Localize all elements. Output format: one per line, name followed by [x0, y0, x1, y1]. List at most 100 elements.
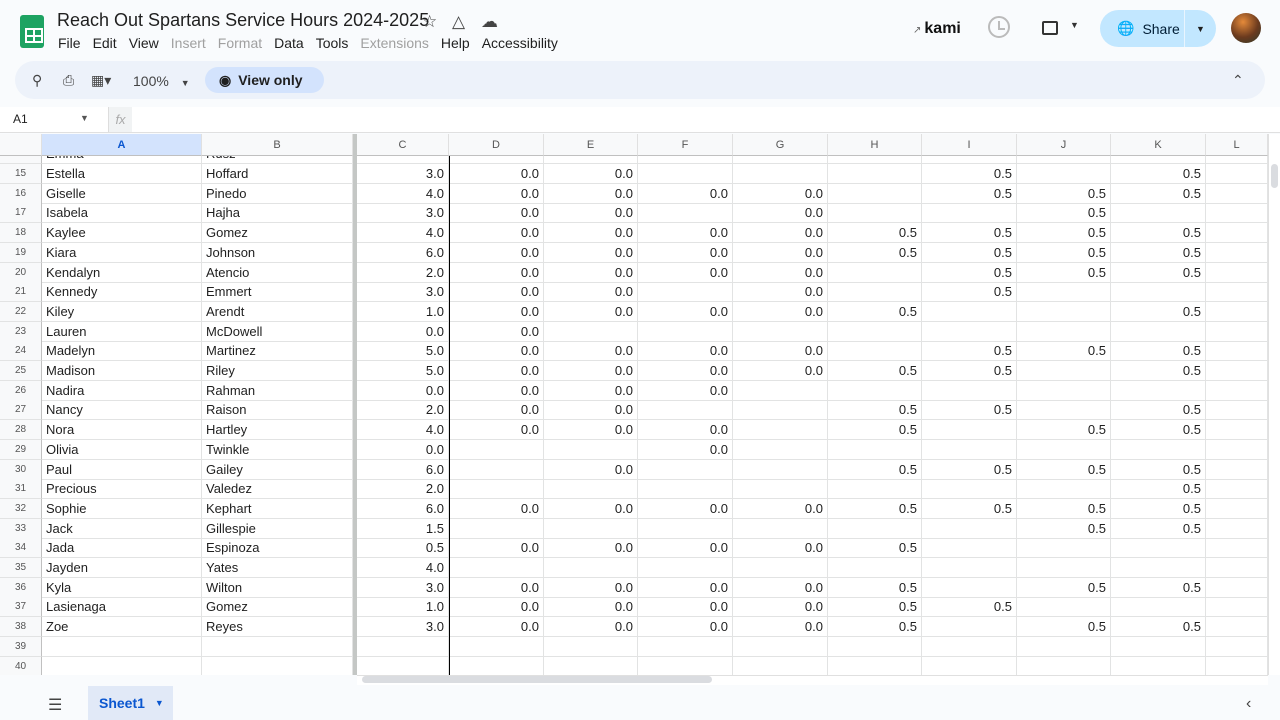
cell-G21[interactable]: 0.0: [733, 282, 828, 303]
cell-B37[interactable]: Gomez: [202, 597, 353, 618]
cell-F32[interactable]: 0.0: [638, 498, 733, 519]
menu-accessibility[interactable]: Accessibility: [482, 35, 558, 51]
cell-D21[interactable]: 0.0: [449, 282, 544, 303]
cell-L36[interactable]: [1206, 577, 1268, 598]
cell-A25[interactable]: Madison: [42, 361, 202, 381]
cell-H36[interactable]: 0.5: [828, 577, 922, 598]
cell-L26[interactable]: [1206, 380, 1268, 401]
cell-E34[interactable]: 0.0: [544, 538, 638, 559]
cell-B28[interactable]: Hartley: [202, 420, 353, 441]
cell-F39[interactable]: [638, 636, 733, 657]
cell-J32[interactable]: 0.5: [1017, 498, 1111, 519]
cell-F38[interactable]: 0.0: [638, 617, 733, 638]
cell-I36[interactable]: [922, 577, 1017, 598]
vertical-scroll-thumb[interactable]: [1271, 164, 1278, 188]
cell-J39[interactable]: [1017, 636, 1111, 657]
share-dropdown-button[interactable]: ▼: [1185, 24, 1216, 34]
cell-L23[interactable]: [1206, 321, 1268, 342]
cell-K35[interactable]: [1111, 558, 1206, 578]
cell-L29[interactable]: [1206, 439, 1268, 460]
cell-E15[interactable]: 0.0: [544, 164, 638, 184]
calculator-icon[interactable]: ▦▾: [91, 72, 111, 89]
cell-B15[interactable]: Hoffard: [202, 164, 353, 184]
cell-G36[interactable]: 0.0: [733, 577, 828, 598]
cell-I16[interactable]: 0.5: [922, 183, 1017, 204]
cell-D35[interactable]: [449, 558, 544, 578]
cell-I24[interactable]: 0.5: [922, 341, 1017, 362]
cell-D31[interactable]: [449, 479, 544, 500]
cell-H25[interactable]: 0.5: [828, 361, 922, 381]
cell-L15[interactable]: [1206, 164, 1268, 184]
row-header[interactable]: 27: [0, 400, 42, 421]
cell-H19[interactable]: 0.5: [828, 242, 922, 263]
cell-J20[interactable]: 0.5: [1017, 262, 1111, 283]
cell-K17[interactable]: [1111, 203, 1206, 224]
cell-G38[interactable]: 0.0: [733, 617, 828, 638]
cell-K38[interactable]: 0.5: [1111, 617, 1206, 638]
cell-I23[interactable]: [922, 321, 1017, 342]
cell-G22[interactable]: 0.0: [733, 301, 828, 322]
cell-F17[interactable]: [638, 203, 733, 224]
cell-G27[interactable]: [733, 400, 828, 421]
cell-K20[interactable]: 0.5: [1111, 262, 1206, 283]
cell-H38[interactable]: 0.5: [828, 617, 922, 638]
cell-H17[interactable]: [828, 203, 922, 224]
cell-L25[interactable]: [1206, 361, 1268, 381]
cell-B40[interactable]: [202, 656, 353, 675]
cell-K31[interactable]: 0.5: [1111, 479, 1206, 500]
cell-C30[interactable]: 6.0: [357, 459, 449, 480]
select-all-corner[interactable]: [0, 134, 42, 156]
row-header[interactable]: 21: [0, 282, 42, 303]
star-icon[interactable]: ☆: [422, 12, 437, 32]
cell-C39[interactable]: [357, 636, 449, 657]
cell-C23[interactable]: 0.0: [357, 321, 449, 342]
cell-F31[interactable]: [638, 479, 733, 500]
cell-D18[interactable]: 0.0: [449, 223, 544, 244]
cell-L16[interactable]: [1206, 183, 1268, 204]
cell-A27[interactable]: Nancy: [42, 400, 202, 421]
cell-A16[interactable]: Giselle: [42, 183, 202, 204]
cell-E39[interactable]: [544, 636, 638, 657]
cell-H31[interactable]: [828, 479, 922, 500]
cell-L37[interactable]: [1206, 597, 1268, 618]
column-header-E[interactable]: E: [544, 134, 638, 156]
cell-H16[interactable]: [828, 183, 922, 204]
cell-L21[interactable]: [1206, 282, 1268, 303]
row-header[interactable]: 17: [0, 203, 42, 224]
cell-J27[interactable]: [1017, 400, 1111, 421]
cell-D27[interactable]: 0.0: [449, 400, 544, 421]
row-header[interactable]: 36: [0, 577, 42, 598]
cell-F34[interactable]: 0.0: [638, 538, 733, 559]
cell-J24[interactable]: 0.5: [1017, 341, 1111, 362]
cell-B21[interactable]: Emmert: [202, 282, 353, 303]
cell-F24[interactable]: 0.0: [638, 341, 733, 362]
cell-J29[interactable]: [1017, 439, 1111, 460]
cell-E20[interactable]: 0.0: [544, 262, 638, 283]
cell-F20[interactable]: 0.0: [638, 262, 733, 283]
cell-E35[interactable]: [544, 558, 638, 578]
cell-H29[interactable]: [828, 439, 922, 460]
cell-E40[interactable]: [544, 656, 638, 675]
cell-B22[interactable]: Arendt: [202, 301, 353, 322]
cell-H21[interactable]: [828, 282, 922, 303]
cell-H27[interactable]: 0.5: [828, 400, 922, 421]
menu-edit[interactable]: Edit: [93, 35, 117, 51]
cell-J33[interactable]: 0.5: [1017, 518, 1111, 539]
zoom-select[interactable]: 100% ▼: [133, 73, 190, 89]
cell-A37[interactable]: Lasienaga: [42, 597, 202, 618]
cell-B31[interactable]: Valedez: [202, 479, 353, 500]
row-header[interactable]: 37: [0, 597, 42, 618]
cell-G35[interactable]: [733, 558, 828, 578]
column-header-D[interactable]: D: [449, 134, 544, 156]
cell-D29[interactable]: [449, 439, 544, 460]
cell-B24[interactable]: Martinez: [202, 341, 353, 362]
cell-H15[interactable]: [828, 164, 922, 184]
row-header[interactable]: 23: [0, 321, 42, 342]
all-sheets-menu-icon[interactable]: ☰: [48, 695, 62, 715]
cell-A39[interactable]: [42, 636, 202, 657]
cell-L39[interactable]: [1206, 636, 1268, 657]
spreadsheet-grid[interactable]: ABCDEFGHIJKLEmmaRusz15EstellaHoffard3.00…: [0, 134, 1268, 675]
cell-D40[interactable]: [449, 656, 544, 675]
cell-F37[interactable]: 0.0: [638, 597, 733, 618]
cell-H26[interactable]: [828, 380, 922, 401]
